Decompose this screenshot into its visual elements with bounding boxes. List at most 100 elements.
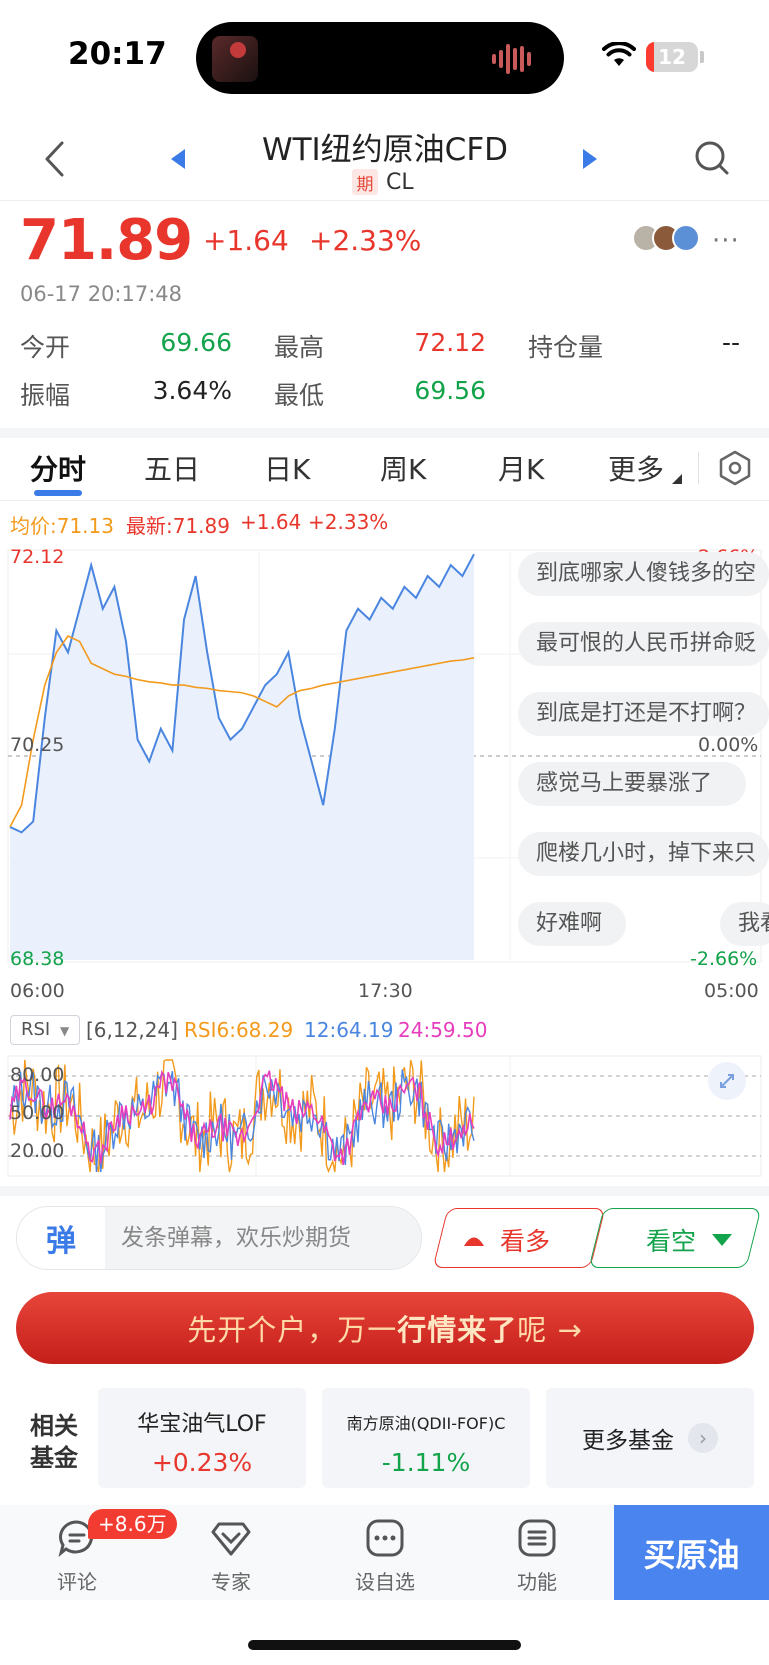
nav-watchlist[interactable]: 设自选 [330,1518,440,1595]
latest-price-legend: 最新:71.89 [126,514,230,538]
legend-change-pct: +2.33% [308,510,389,534]
audio-wave-icon [492,44,538,74]
x-tick-end: 05:00 [704,980,759,1002]
tab-more[interactable]: 更多 [608,448,664,488]
now-playing-artwork [212,36,258,82]
nav-label: 设自选 [355,1570,415,1594]
indicator-selector[interactable]: RSI ▼ [10,1015,80,1045]
indicator-name: RSI [21,1019,51,1040]
low-label: 最低 [274,381,325,410]
fund-name: 华宝油气LOF [137,1412,267,1437]
battery-icon: 12 [646,42,698,72]
avg-price-legend: 均价:71.13 [10,514,114,538]
rsi6-value: RSI6:68.29 [184,1018,294,1042]
avatar [672,224,700,252]
price-change: +1.64 [203,224,289,257]
tab-intraday[interactable]: 分时 [30,448,86,488]
banner-text: 先开个户，万一 [187,1313,398,1347]
section-divider [0,1186,769,1196]
open-value: 69.66 [160,328,232,357]
bear-button-content[interactable]: 看空 [646,1222,734,1258]
tab-weekly-k[interactable]: 周K [380,448,426,488]
chevron-right-icon: › [688,1423,718,1453]
last-price: 71.89 [20,208,193,273]
intraday-price-chart[interactable] [0,540,769,970]
danmaku-input[interactable]: 发条弹幕，欢乐炒期货 [105,1207,421,1269]
x-tick-start: 06:00 [10,980,65,1002]
related-funds-title-line: 基金 [30,1444,78,1472]
follower-avatars[interactable] [632,224,712,256]
nav-label: 评论 [57,1570,97,1594]
fund-card[interactable]: 南方原油(QDII-FOF)C -1.11% [322,1388,530,1488]
comment-count-badge: +8.6万 [88,1509,177,1539]
price-area [10,554,474,960]
battery-tip [700,51,704,63]
dropdown-corner-icon [672,474,682,484]
home-indicator[interactable] [248,1640,521,1650]
price-change-pct: +2.33% [309,224,422,257]
low-value: 69.56 [414,376,486,405]
buy-oil-button[interactable]: 买原油 [614,1505,769,1600]
high-label: 最高 [274,333,325,362]
danmaku-bubble[interactable]: 好难啊 [518,902,626,946]
rsi-level-high: 80.00 [10,1064,65,1086]
futures-tag: 期 [352,169,378,195]
fullscreen-icon[interactable] [708,1062,746,1100]
more-funds-button[interactable]: 更多基金 › [546,1388,754,1488]
nav-experts[interactable]: 专家 [176,1518,286,1595]
search-icon[interactable] [694,140,730,176]
y-tick-min: 68.38 [10,948,65,970]
danmaku-toggle-icon[interactable]: 弹 [17,1207,105,1269]
diamond-icon [211,1522,251,1556]
bull-button-content[interactable]: 看多 [462,1222,550,1258]
next-instrument-icon[interactable] [582,148,598,170]
arrow-up-icon [464,1237,484,1246]
open-account-banner[interactable]: 先开个户，万一 行情来了 呢 → [16,1292,754,1364]
page-title: WTI纽约原油CFD [261,132,509,168]
open-interest-label: 持仓量 [528,333,604,362]
tab-five-day[interactable]: 五日 [144,448,200,488]
danmaku-badge-label: 弹 [46,1224,76,1259]
more-funds-label: 更多基金 [582,1428,674,1454]
bull-label: 看多 [500,1227,551,1256]
y-tick-right-min: -2.66% [690,948,758,970]
open-label: 今开 [20,333,71,362]
tab-separator [698,452,699,484]
rsi-chart[interactable] [0,1050,769,1180]
y-tick-right-ref: 0.00% [698,734,759,756]
danmaku-input-box[interactable]: 弹 发条弹幕，欢乐炒期货 [16,1206,422,1270]
amplitude-value: 3.64% [152,376,232,405]
danmaku-bubble[interactable]: 爬楼几小时，掉下来只 [518,832,769,876]
back-icon[interactable] [42,140,66,178]
banner-highlight: 行情来了 [397,1313,518,1347]
arrow-down-icon [712,1234,733,1246]
nav-label: 功能 [517,1570,557,1594]
open-interest-value: -- [721,328,740,357]
rsi-level-mid: 50.00 [10,1102,65,1124]
nav-label: 专家 [211,1570,251,1594]
danmaku-bubble[interactable]: 到底哪家人傻钱多的空 [518,552,769,596]
battery-level: 12 [658,45,686,69]
tab-daily-k[interactable]: 日K [264,448,310,488]
fund-name: 南方原油(QDII-FOF)C [346,1414,506,1433]
legend-change: +1.64 [240,510,302,534]
more-options-icon[interactable]: ··· [712,226,740,256]
section-divider [0,428,769,438]
chart-settings-icon[interactable] [718,450,752,486]
danmaku-bubble[interactable]: 到底是打还是不打啊？ [518,692,769,736]
tab-monthly-k[interactable]: 月K [498,448,544,488]
danmaku-bubble[interactable]: 最可恨的人民币拼命贬 [518,622,769,666]
instrument-code: CL [386,169,414,195]
rsi24-value: 24:59.50 [398,1018,488,1042]
nav-functions[interactable]: 功能 [482,1518,592,1595]
danmaku-bubble[interactable]: 感觉马上要暴涨了 [518,762,746,806]
y-tick-max: 72.12 [10,546,65,568]
danmaku-bubble[interactable]: 我看 [720,902,769,946]
dynamic-island[interactable] [196,22,564,94]
chevron-down-icon: ▼ [59,1024,70,1038]
y-tick-ref: 70.25 [10,734,65,756]
fund-change: +0.23% [151,1448,253,1477]
rsi-level-low: 20.00 [10,1140,65,1162]
fund-card[interactable]: 华宝油气LOF +0.23% [98,1388,306,1488]
banner-text-end: 呢 → [517,1313,583,1347]
